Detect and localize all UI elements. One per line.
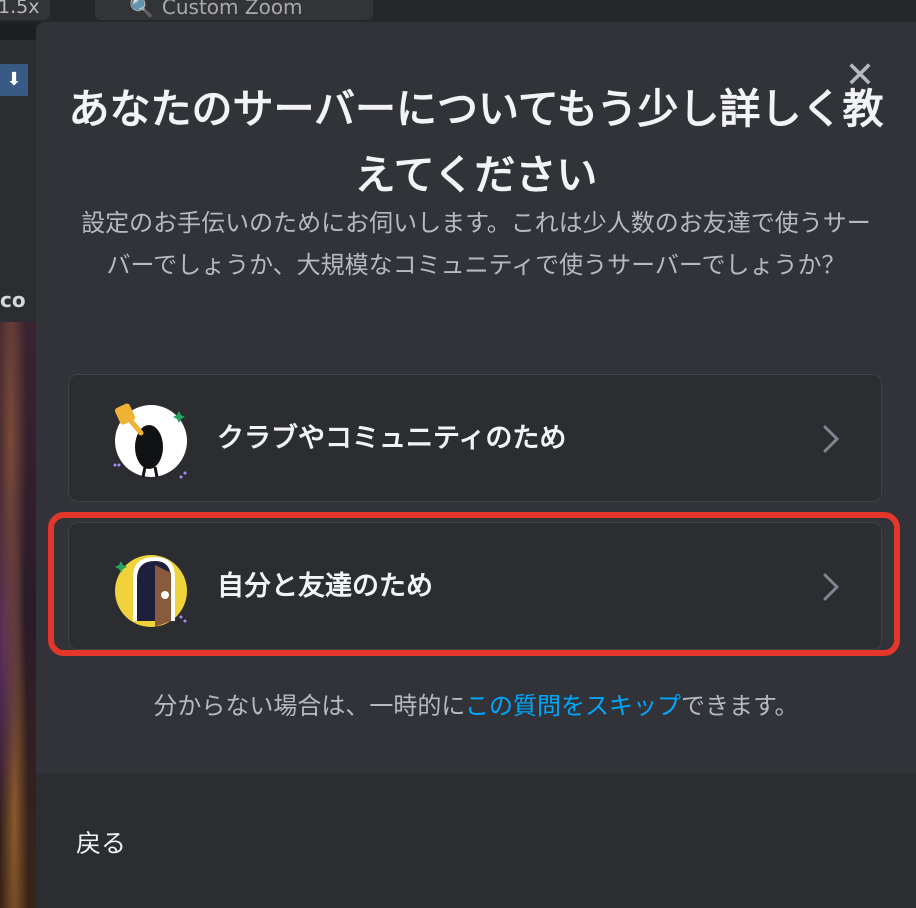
modal-footer: 戻る — [36, 774, 916, 908]
club-community-icon — [113, 403, 187, 479]
custom-zoom-button[interactable]: 🔍 Custom Zoom — [95, 0, 373, 20]
chevron-right-icon — [823, 573, 840, 601]
modal-subtitle: 設定のお手伝いのためにお伺いします。これは少人数のお友達で使うサーバーでしょうか… — [81, 209, 871, 279]
friends-door-icon — [115, 555, 187, 627]
zoom-level-button[interactable]: 1.5x — [0, 0, 50, 20]
option-club-community[interactable]: クラブやコミュニティのため — [68, 374, 882, 502]
chevron-right-icon — [823, 425, 840, 453]
skip-hint: 分からない場合は、一時的にこの質問をスキップできます。 — [36, 686, 916, 726]
back-button[interactable]: 戻る — [76, 824, 126, 864]
skip-question-link[interactable]: この質問をスキップ — [465, 692, 681, 720]
background-artwork — [0, 322, 36, 908]
download-icon[interactable]: ⬇ — [0, 64, 28, 96]
option-label: クラブやコミュニティのため — [217, 423, 567, 454]
background-toolbar: 1.5x 🔍 Custom Zoom — [0, 0, 916, 22]
modal-title: あなたのサーバーについてもう少し詳しく教えてください — [68, 85, 884, 199]
background-snippet: co — [0, 288, 26, 312]
server-purpose-modal: ✕ あなたのサーバーについてもう少し詳しく教えてください 設定のお手伝いのために… — [36, 22, 916, 908]
search-icon: 🔍 — [129, 0, 154, 19]
skip-prefix: 分からない場合は、一時的に — [153, 692, 465, 720]
skip-suffix: できます。 — [680, 692, 799, 720]
custom-zoom-label: Custom Zoom — [161, 0, 303, 19]
option-me-and-friends[interactable]: 自分と友達のため — [68, 522, 882, 650]
option-label: 自分と友達のため — [217, 571, 433, 602]
